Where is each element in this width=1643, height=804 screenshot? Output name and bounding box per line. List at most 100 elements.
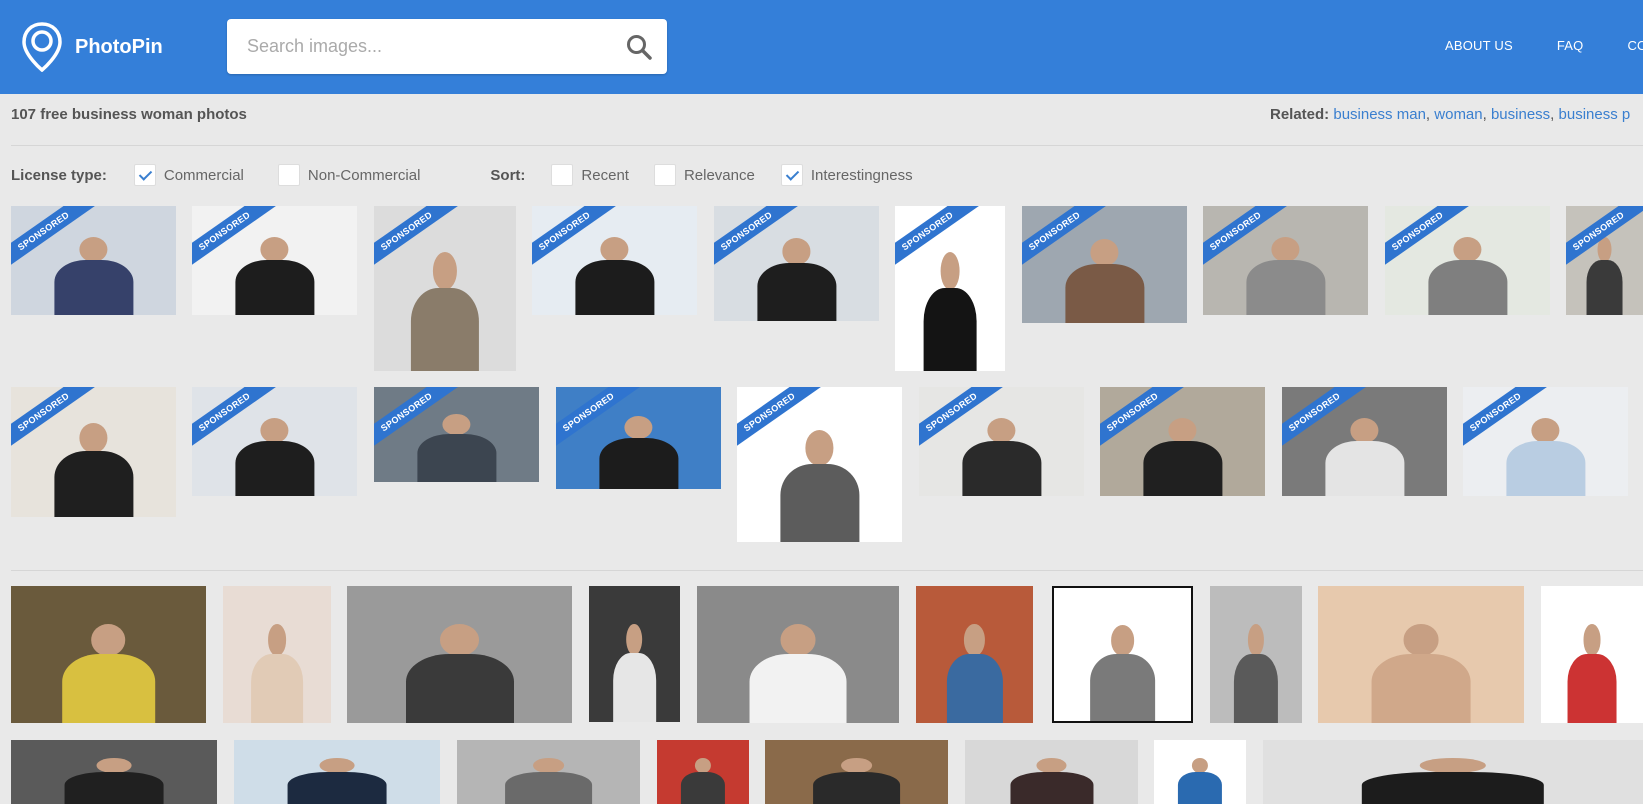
- sponsored-photo[interactable]: SPONSORED: [737, 387, 902, 542]
- result-count: 107 free business woman photos: [11, 106, 247, 123]
- related-link[interactable]: business: [1491, 106, 1550, 123]
- result-photo[interactable]: [1318, 586, 1524, 723]
- related-separator: ,: [1425, 106, 1435, 123]
- photo-figure: [1427, 236, 1508, 315]
- sponsored-photo[interactable]: SPONSORED: [192, 206, 357, 315]
- photo-figure: [923, 252, 977, 371]
- related-separator: ,: [1482, 106, 1491, 123]
- filter-bar: License type: Commercial Non-Commercial …: [11, 162, 913, 188]
- checkbox-label: Interestingness: [810, 166, 913, 184]
- license-type-label: License type:: [11, 166, 107, 184]
- result-photo[interactable]: [1154, 740, 1246, 804]
- sponsored-photo[interactable]: SPONSORED: [374, 206, 516, 371]
- photo-figure: [1233, 624, 1279, 723]
- sponsored-photo[interactable]: SPONSORED: [192, 387, 357, 496]
- photo-figure: [1245, 236, 1326, 315]
- checkbox-box[interactable]: [551, 164, 574, 186]
- sponsored-photo[interactable]: SPONSORED: [1463, 387, 1628, 496]
- photo-figure: [1177, 757, 1223, 804]
- photo-figure: [251, 624, 303, 723]
- photo-figure: [234, 236, 315, 315]
- result-photo[interactable]: [11, 740, 217, 804]
- checkbox-label: Non-Commercial: [307, 166, 421, 184]
- photo-figure: [1324, 417, 1405, 496]
- checkbox-box[interactable]: [133, 164, 156, 186]
- result-photo[interactable]: [234, 740, 440, 804]
- result-photo[interactable]: [765, 740, 948, 804]
- divider: [11, 570, 1643, 571]
- photo-figure: [612, 624, 657, 722]
- photo-figure: [749, 624, 847, 723]
- photo-figure: [680, 757, 726, 804]
- photo-figure: [410, 252, 480, 371]
- photo-figure: [405, 624, 514, 723]
- photo-figure: [1567, 624, 1617, 723]
- divider: [11, 145, 1643, 146]
- sponsored-photo[interactable]: SPONSORED: [1385, 206, 1550, 315]
- photo-figure: [598, 415, 679, 489]
- sponsored-photo[interactable]: SPONSORED: [1282, 387, 1447, 496]
- photo-figure: [1586, 236, 1623, 315]
- photo-figure: [1142, 417, 1223, 496]
- related-searches: Related: business man, woman, business, …: [1270, 106, 1630, 123]
- related-link[interactable]: woman: [1434, 106, 1482, 123]
- search-box: [227, 19, 667, 74]
- sort-relevance-checkbox[interactable]: Relevance: [653, 164, 755, 186]
- photo-figure: [287, 757, 387, 804]
- result-photo[interactable]: [1052, 586, 1193, 723]
- sponsored-photo[interactable]: SPONSORED: [1203, 206, 1368, 315]
- result-photo[interactable]: [697, 586, 899, 723]
- checkbox-box[interactable]: [277, 164, 300, 186]
- photo-figure: [61, 624, 156, 723]
- result-photo[interactable]: [347, 586, 572, 723]
- sort-interestingness-checkbox[interactable]: Interestingness: [780, 164, 913, 186]
- checkbox-box[interactable]: [780, 164, 803, 186]
- checkbox-label: Relevance: [683, 166, 755, 184]
- result-photo[interactable]: [965, 740, 1138, 804]
- photo-figure: [946, 624, 1003, 723]
- sponsored-photo[interactable]: SPONSORED: [11, 206, 176, 315]
- sponsored-photo[interactable]: SPONSORED: [556, 387, 721, 489]
- nav-contact[interactable]: CO: [1627, 38, 1643, 53]
- sponsored-photo[interactable]: SPONSORED: [895, 206, 1005, 371]
- search-icon[interactable]: [625, 33, 653, 61]
- result-photo[interactable]: [916, 586, 1033, 723]
- sponsored-photo[interactable]: SPONSORED: [1100, 387, 1265, 496]
- location-pin-icon: [22, 22, 62, 72]
- search-input[interactable]: [227, 19, 607, 74]
- result-photo[interactable]: [1210, 586, 1302, 723]
- top-nav: ABOUT US FAQ CO: [1445, 38, 1643, 53]
- checkbox-label: Recent: [581, 166, 629, 184]
- sponsored-photo[interactable]: SPONSORED: [1022, 206, 1187, 323]
- nav-about-us[interactable]: ABOUT US: [1445, 38, 1513, 53]
- checkbox-box[interactable]: [653, 164, 676, 186]
- sponsored-photo[interactable]: SPONSORED: [919, 387, 1084, 496]
- sort-recent-checkbox[interactable]: Recent: [551, 164, 629, 186]
- sponsored-photo[interactable]: SPONSORED: [1566, 206, 1643, 315]
- result-photo[interactable]: [657, 740, 749, 804]
- related-separator: ,: [1550, 106, 1559, 123]
- result-photo[interactable]: [589, 586, 680, 722]
- related-link[interactable]: business p: [1559, 106, 1631, 123]
- result-photo[interactable]: [11, 586, 206, 723]
- photo-figure: [1064, 238, 1145, 323]
- result-photo[interactable]: [1263, 740, 1643, 804]
- result-photo[interactable]: [223, 586, 331, 723]
- license-commercial-checkbox[interactable]: Commercial: [133, 164, 244, 186]
- photo-figure: [1009, 757, 1094, 804]
- sponsored-photo[interactable]: SPONSORED: [714, 206, 879, 321]
- logo[interactable]: PhotoPin: [22, 22, 163, 72]
- nav-faq[interactable]: FAQ: [1557, 38, 1584, 53]
- checkbox-label: Commercial: [163, 166, 244, 184]
- sponsored-photo[interactable]: SPONSORED: [532, 206, 697, 315]
- photo-figure: [64, 757, 164, 804]
- result-photo[interactable]: [457, 740, 640, 804]
- photo-figure: [1505, 417, 1586, 496]
- related-link[interactable]: business man: [1333, 106, 1426, 123]
- sponsored-photo[interactable]: SPONSORED: [11, 387, 176, 517]
- result-photo[interactable]: [1541, 586, 1643, 723]
- sponsored-photo[interactable]: SPONSORED: [374, 387, 539, 482]
- photo-figure: [53, 236, 134, 315]
- photo-figure: [234, 417, 315, 496]
- license-noncommercial-checkbox[interactable]: Non-Commercial: [277, 164, 421, 186]
